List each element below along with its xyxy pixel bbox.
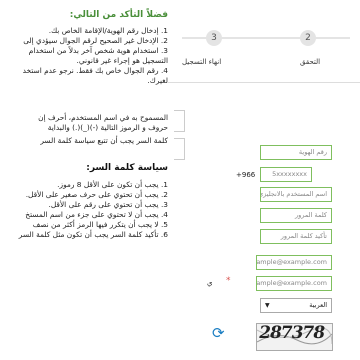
wizard-step-3-number: 3: [206, 30, 222, 46]
confirm-email-input[interactable]: example@example.com: [256, 276, 332, 291]
password-policy-heading: سياسة كلمة السر:: [86, 163, 168, 173]
id-number-input[interactable]: رقم الهوية: [260, 145, 332, 160]
password-policy-item: 4. يجب أن لا تحتوي على جزء من اسم المستخ: [25, 210, 168, 219]
cropped-input-edge: [174, 110, 185, 132]
wizard-step-2-label: التحقق: [300, 58, 321, 66]
language-value: العربية: [309, 301, 327, 309]
password-policy-item: 1. يجب أن تكون على الأقل 8 رموز.: [57, 180, 168, 189]
verify-item: التسجيل هو إجراء غير قانوني.: [76, 56, 168, 65]
verify-item: 4. رقم الجوال خاص بك فقط. نرجو عدم استخد: [22, 66, 168, 75]
registration-wizard: 3 انهاء التسجيل 2 التحقق: [168, 30, 360, 75]
cropped-input-edge: [174, 138, 185, 160]
wizard-divider: [168, 82, 360, 83]
phone-number-input[interactable]: 5xxxxxxxx: [260, 167, 312, 182]
verify-heading: فضلاً التأكد من التالي:: [69, 10, 168, 20]
captcha-text: 287378: [257, 323, 326, 343]
email-input[interactable]: example@example.com: [256, 255, 332, 270]
username-rule: المسموح به في اسم المستخدم، أحرف إن: [38, 113, 168, 122]
instructions-panel: فضلاً التأكد من التالي: 1. إدخال رقم اله…: [0, 0, 168, 360]
verify-item: لغيرك.: [147, 76, 168, 85]
password-policy-item: 2. يجب أن تحتوي على حرف صغير على الأقل.: [25, 190, 168, 199]
password-policy-item: 5. لا يجب أن يتكرر فيها الرمز أكثر من نص…: [32, 220, 168, 229]
verify-item: 2. الإدخال غير الصحيح لرقم الجوال سيؤدي …: [23, 36, 168, 45]
refresh-captcha-icon[interactable]: ⟳: [212, 324, 225, 342]
password-policy-item: 6. تأكيد كلمة السر يجب أن تكون مثل كلمة …: [18, 230, 168, 239]
password-policy-item: 3. يجب أن تحتوي على رقم على الأقل.: [48, 200, 168, 209]
verify-item: 3. استخدام هوية شخص آخر بدلاً من استخدام: [28, 46, 168, 55]
wizard-step-3-label: انهاء التسجيل: [182, 58, 222, 66]
verify-item: 1. إدخال رقم الهوية/الإقامة الخاص بك.: [48, 26, 168, 35]
dropdown-arrow-icon: ▼: [265, 302, 270, 309]
captcha-image: 287378: [256, 323, 333, 351]
required-mark: *: [226, 276, 231, 286]
language-select[interactable]: العربية ▼: [260, 298, 332, 313]
password-rule-note: كلمة السر يجب أن تتبع سياسة كلمة السر: [40, 136, 168, 145]
partial-field-label: ي: [207, 279, 213, 287]
wizard-step-2-number: 2: [300, 30, 316, 46]
phone-country-code: +966: [236, 171, 256, 179]
confirm-password-input[interactable]: تأكيد كلمة المرور: [260, 229, 332, 244]
username-input[interactable]: اسم المستخدم بالانجليزي: [260, 187, 332, 202]
password-input[interactable]: كلمة المرور: [260, 208, 332, 223]
username-rule: حروف و الرموز التالية (-)(_)(.) والبداية: [47, 123, 168, 132]
